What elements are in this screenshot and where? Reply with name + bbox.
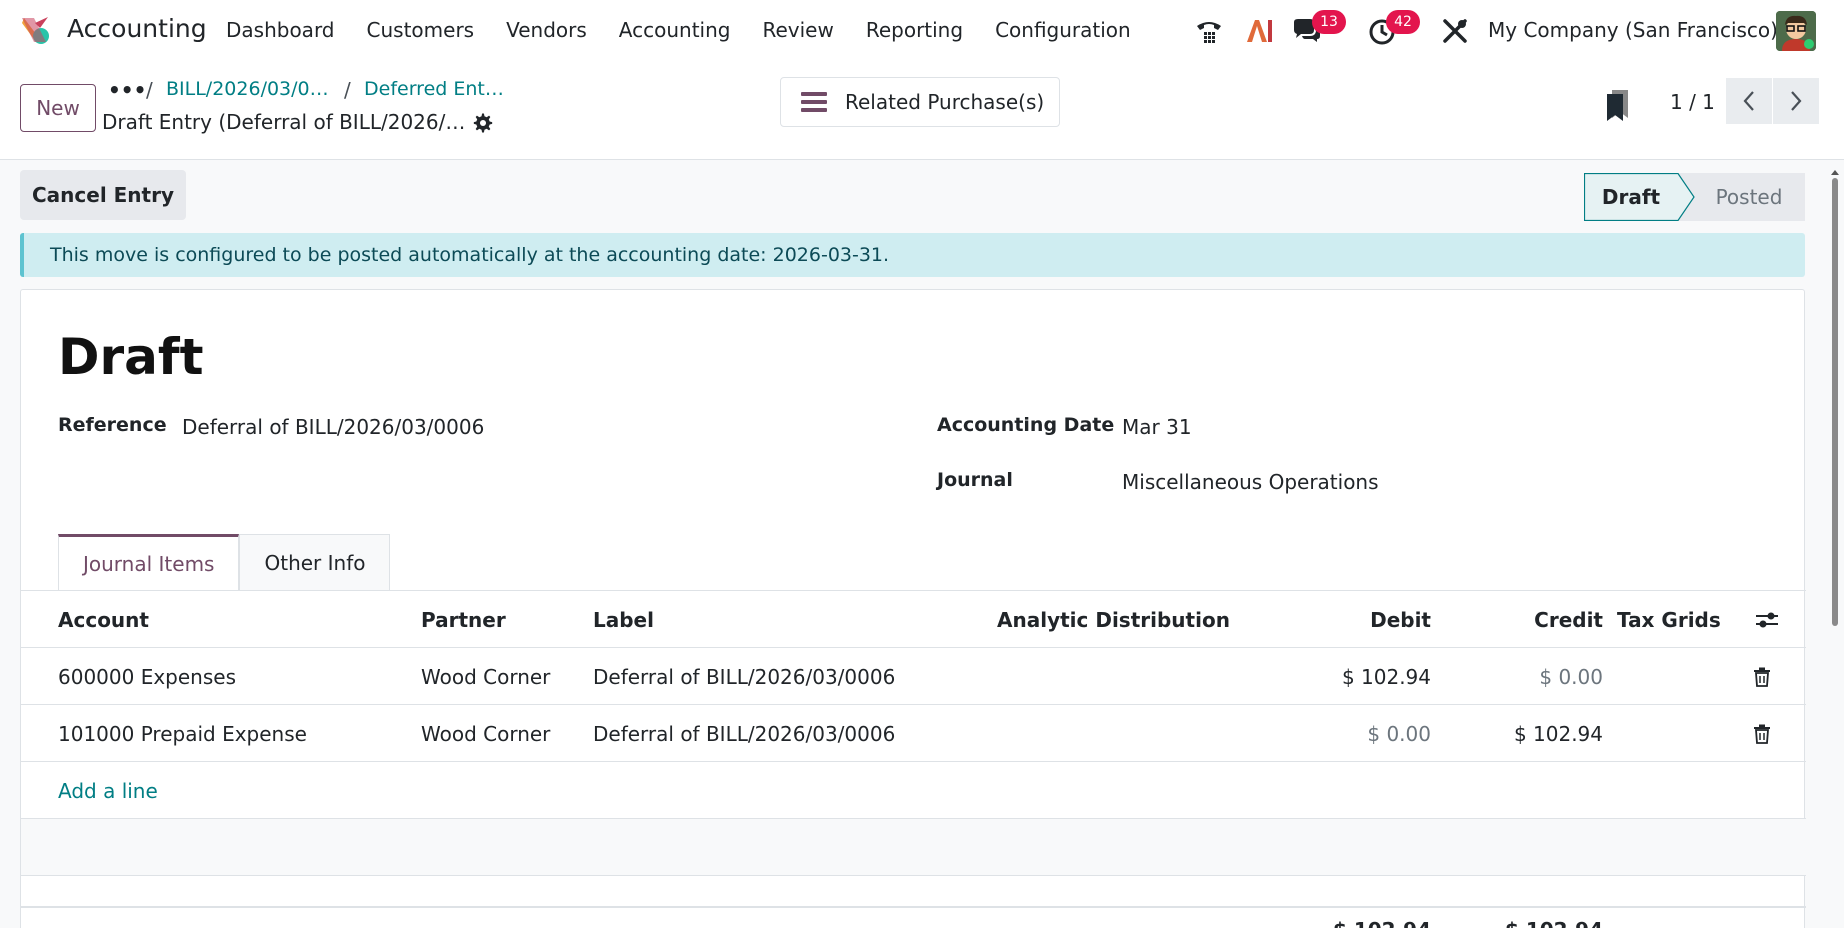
stage-draft[interactable]: Draft xyxy=(1584,173,1678,221)
document-title: Draft xyxy=(58,328,204,386)
empty-row xyxy=(21,819,1806,876)
page-scrollbar[interactable] xyxy=(1830,168,1840,638)
total-credit: $ 102.94 xyxy=(1401,908,1603,928)
total-debit: $ 102.94 xyxy=(1221,908,1431,928)
chevron-right-icon xyxy=(1791,91,1802,111)
col-analytic-distribution[interactable]: Analytic Distribution xyxy=(997,591,1230,648)
record-title: Draft Entry (Deferral of BILL/2026/… xyxy=(102,110,466,134)
row-account[interactable]: 600000 Expenses xyxy=(58,648,236,705)
row-partner[interactable]: Wood Corner xyxy=(421,648,550,705)
tools-icon[interactable] xyxy=(1440,16,1470,46)
notebook-tabs: Journal Items Other Info xyxy=(58,534,391,590)
control-panel: New ••• / BILL/2026/03/0… / Deferred Ent… xyxy=(0,62,1844,160)
form-view: Cancel Entry Draft Posted This move is c… xyxy=(0,160,1844,928)
col-account[interactable]: Account xyxy=(58,591,149,648)
breadcrumb-separator: / xyxy=(146,78,153,102)
journal-items-table: Account Partner Label Analytic Distribut… xyxy=(21,591,1806,876)
row-label[interactable]: Deferral of BILL/2026/03/0006 xyxy=(593,648,895,705)
related-purchases-label: Related Purchase(s) xyxy=(845,90,1045,114)
totals-row: $ 102.94 $ 102.94 xyxy=(21,906,1806,928)
pager-previous-button[interactable] xyxy=(1726,78,1772,124)
avatar[interactable] xyxy=(1776,11,1816,51)
auto-post-alert: This move is configured to be posted aut… xyxy=(20,233,1805,277)
app-name[interactable]: Accounting xyxy=(67,14,207,43)
row-credit[interactable]: $ 0.00 xyxy=(1401,648,1603,705)
breadcrumb-bill[interactable]: BILL/2026/03/0… xyxy=(166,78,329,100)
trash-icon xyxy=(1754,724,1770,744)
main-menu: Dashboard Customers Vendors Accounting R… xyxy=(226,18,1163,42)
menu-review[interactable]: Review xyxy=(762,18,833,42)
row-credit[interactable]: $ 102.94 xyxy=(1401,705,1603,762)
journal-field[interactable]: Miscellaneous Operations xyxy=(1122,470,1379,494)
breadcrumb-separator: / xyxy=(344,78,351,102)
col-partner[interactable]: Partner xyxy=(421,591,506,648)
row-account[interactable]: 101000 Prepaid Expense xyxy=(58,705,307,762)
messages-badge: 13 xyxy=(1312,10,1346,34)
list-icon xyxy=(801,92,827,112)
add-line-row: Add a line xyxy=(21,762,1806,819)
reference-field[interactable]: Deferral of BILL/2026/03/0006 xyxy=(182,415,484,439)
scroll-thumb[interactable] xyxy=(1832,178,1838,626)
add-line-link[interactable]: Add a line xyxy=(58,762,158,819)
form-sheet: Draft Reference Deferral of BILL/2026/03… xyxy=(20,289,1806,928)
pager-next-button[interactable] xyxy=(1773,78,1819,124)
row-debit[interactable]: $ 102.94 xyxy=(1221,648,1431,705)
chevron-left-icon xyxy=(1743,91,1754,111)
accounting-date-label: Accounting Date xyxy=(937,414,1115,436)
scroll-up-icon[interactable] xyxy=(1830,168,1840,176)
company-switcher[interactable]: My Company (San Francisco) xyxy=(1488,18,1778,42)
delete-row-button[interactable] xyxy=(1753,705,1771,762)
accounting-app-icon[interactable] xyxy=(20,14,52,46)
phone-icon[interactable] xyxy=(1194,16,1224,46)
col-credit[interactable]: Credit xyxy=(1401,591,1603,648)
stage-posted[interactable]: Posted xyxy=(1700,173,1798,221)
row-debit[interactable]: $ 0.00 xyxy=(1221,705,1431,762)
col-debit[interactable]: Debit xyxy=(1221,591,1431,648)
menu-dashboard[interactable]: Dashboard xyxy=(226,18,335,42)
cancel-entry-button[interactable]: Cancel Entry xyxy=(20,170,186,220)
tab-other-info[interactable]: Other Info xyxy=(239,534,391,590)
accounting-date-field[interactable]: Mar 31 xyxy=(1122,415,1192,439)
breadcrumb-deferred-entries[interactable]: Deferred Ent… xyxy=(364,78,504,100)
gear-icon[interactable] xyxy=(472,112,494,134)
reference-label: Reference xyxy=(58,414,167,436)
delete-row-button[interactable] xyxy=(1753,648,1771,705)
top-navbar: Accounting Dashboard Customers Vendors A… xyxy=(0,0,1844,62)
table-row[interactable]: 101000 Prepaid Expense Wood Corner Defer… xyxy=(21,705,1806,762)
attachment-bookmark-icon[interactable] xyxy=(1604,88,1632,122)
activities-badge: 42 xyxy=(1386,10,1420,34)
related-purchases-button[interactable]: Related Purchase(s) xyxy=(780,77,1060,127)
journal-label: Journal xyxy=(937,469,1013,491)
menu-accounting[interactable]: Accounting xyxy=(619,18,731,42)
breadcrumb-ellipsis[interactable]: ••• xyxy=(108,78,146,102)
menu-configuration[interactable]: Configuration xyxy=(995,18,1131,42)
row-partner[interactable]: Wood Corner xyxy=(421,705,550,762)
trash-icon xyxy=(1754,667,1770,687)
optional-columns-icon[interactable] xyxy=(1754,610,1780,630)
new-button[interactable]: New xyxy=(20,84,96,132)
tab-journal-items[interactable]: Journal Items xyxy=(58,534,240,590)
menu-customers[interactable]: Customers xyxy=(367,18,475,42)
menu-reporting[interactable]: Reporting xyxy=(866,18,963,42)
table-row[interactable]: 600000 Expenses Wood Corner Deferral of … xyxy=(21,648,1806,705)
pager-value[interactable]: 1 / 1 xyxy=(1670,90,1715,114)
ai-icon[interactable] xyxy=(1244,16,1274,46)
row-label[interactable]: Deferral of BILL/2026/03/0006 xyxy=(593,705,895,762)
col-label[interactable]: Label xyxy=(593,591,654,648)
col-tax-grids[interactable]: Tax Grids xyxy=(1617,591,1721,648)
menu-vendors[interactable]: Vendors xyxy=(506,18,587,42)
table-header: Account Partner Label Analytic Distribut… xyxy=(21,591,1806,648)
